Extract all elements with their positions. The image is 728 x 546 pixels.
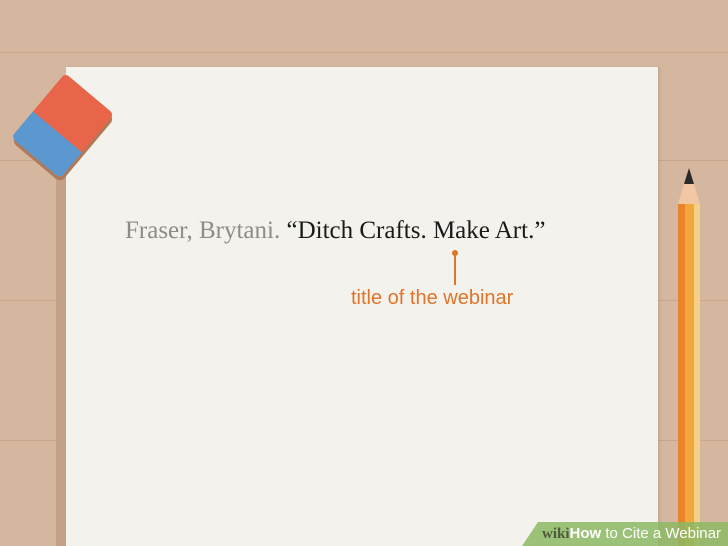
- watermark-how: How: [569, 525, 602, 542]
- wikihow-watermark: wikiHow to Cite a Webinar: [522, 522, 728, 546]
- wood-grain-line: [0, 52, 728, 53]
- pointer-line: [454, 255, 456, 285]
- citation-title: “Ditch Crafts. Make Art.”: [286, 217, 546, 244]
- watermark-title: to Cite a Webinar: [601, 525, 721, 542]
- annotation-label: title of the webinar: [351, 287, 514, 309]
- watermark-wiki: wiki: [542, 526, 570, 542]
- citation-text: Fraser, Brytani. “Ditch Crafts. Make Art…: [125, 217, 545, 245]
- pencil-icon: [678, 168, 700, 546]
- citation-author: Fraser, Brytani.: [125, 217, 281, 244]
